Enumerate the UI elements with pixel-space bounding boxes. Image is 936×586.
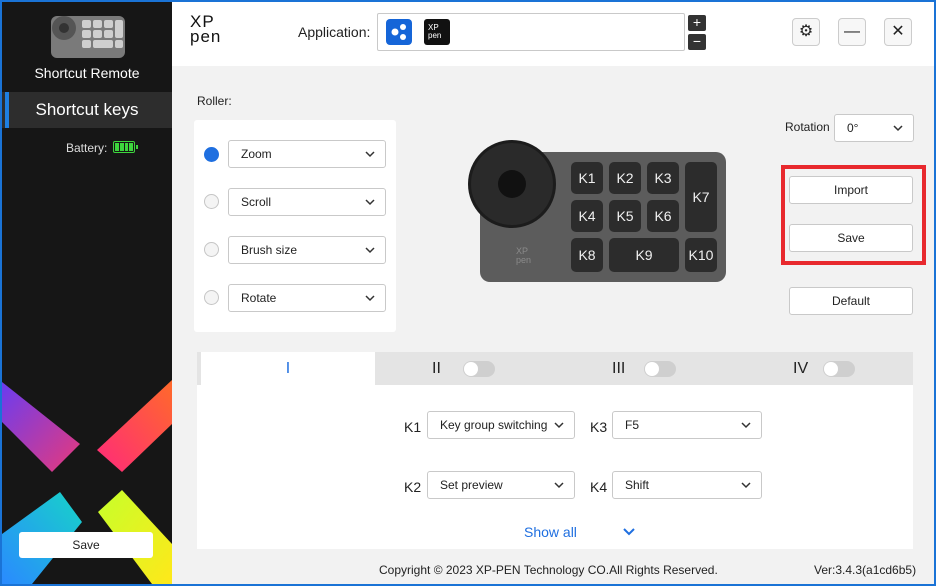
chevron-down-icon	[554, 482, 564, 489]
rotation-label: Rotation	[785, 120, 830, 134]
add-application-button[interactable]: +	[688, 15, 706, 31]
chevron-down-icon	[893, 125, 903, 132]
device-key-label: K8	[578, 247, 595, 263]
key-label-k4: K4	[590, 479, 608, 495]
device-key-label: K9	[635, 247, 652, 263]
default-button[interactable]: Default	[789, 287, 913, 315]
nav-active-indicator	[5, 92, 9, 128]
sidebar-save-button[interactable]: Save	[19, 532, 153, 558]
tab-group-2-toggle[interactable]	[463, 361, 495, 377]
device-key-label: K3	[654, 170, 671, 186]
key-group-tabs: I II III IV	[197, 352, 913, 385]
chevron-down-icon	[365, 295, 375, 302]
device-name: Shortcut Remote	[34, 65, 140, 81]
copyright-text: Copyright © 2023 XP-PEN Technology CO.Al…	[379, 563, 718, 577]
remove-application-button[interactable]: −	[688, 34, 706, 50]
roller-label: Roller:	[197, 94, 232, 108]
shortcut-remote-illustration: K1 K2 K3 K7 K4 K5 K6 K8 K9 K10 XP pen	[468, 140, 726, 282]
tab-group-1[interactable]: I	[201, 352, 375, 385]
xp-pen-logo: XP pen	[190, 12, 222, 46]
minimize-button[interactable]: —	[838, 18, 866, 46]
device-key-label: K4	[578, 208, 595, 224]
header: XP pen Application: XP pen + − ⚙ — ✕	[172, 2, 934, 66]
roller-select-zoom[interactable]: Zoom	[228, 140, 386, 168]
chevron-down-icon	[365, 151, 375, 158]
battery-label: Battery:	[66, 141, 108, 155]
device-key-label: K5	[616, 208, 633, 224]
tab-group-3-toggle[interactable]	[644, 361, 676, 377]
key-k4-select[interactable]: Shift	[612, 471, 762, 499]
nav-item-shortcut-keys[interactable]: Shortcut keys	[2, 92, 172, 128]
device-key-label: K2	[616, 170, 633, 186]
roller-select-scroll[interactable]: Scroll	[228, 188, 386, 216]
chevron-down-icon	[365, 247, 375, 254]
app-window: Shortcut Remote Shortcut keys Battery: S…	[2, 2, 934, 584]
footer: Copyright © 2023 XP-PEN Technology CO.Al…	[172, 558, 934, 584]
device-key-label: K6	[654, 208, 671, 224]
application-label: Application:	[298, 24, 371, 40]
show-all-link[interactable]: Show all	[524, 524, 635, 540]
key-label-k3: K3	[590, 419, 608, 435]
version-text: Ver:3.4.3(a1cd6b5)	[814, 563, 917, 577]
device-brand-mark: pen	[516, 255, 531, 265]
device-key-label: K10	[689, 247, 714, 263]
sidebar: Shortcut Remote Shortcut keys Battery: S…	[2, 2, 172, 584]
device-key-label: K7	[692, 189, 709, 205]
device-key-label: K1	[578, 170, 595, 186]
key-label-k2: K2	[404, 479, 422, 495]
nav-item-label: Shortcut keys	[35, 100, 139, 119]
chevron-down-icon	[623, 528, 635, 536]
chevron-down-icon	[741, 482, 751, 489]
chevron-down-icon	[741, 422, 751, 429]
tab-group-4[interactable]: IV	[793, 352, 808, 385]
tab-group-4-toggle[interactable]	[823, 361, 855, 377]
key-k1-select[interactable]: Key group switching	[427, 411, 575, 439]
roller-radio-scroll[interactable]	[204, 194, 219, 209]
roller-radio-rotate[interactable]	[204, 290, 219, 305]
roller-radio-zoom[interactable]	[204, 147, 219, 162]
tab-group-2[interactable]: II	[432, 352, 441, 385]
device-thumbnail-icon	[51, 16, 125, 58]
xp-pen-app-icon[interactable]: XP pen	[424, 19, 450, 45]
all-apps-icon[interactable]	[386, 19, 412, 45]
tab-group-3[interactable]: III	[612, 352, 625, 385]
highlight-box	[781, 165, 926, 265]
chevron-down-icon	[365, 199, 375, 206]
roller-radio-brush-size[interactable]	[204, 242, 219, 257]
battery-icon	[113, 141, 138, 153]
key-label-k1: K1	[404, 419, 422, 435]
chevron-down-icon	[554, 422, 564, 429]
settings-gear-icon[interactable]: ⚙	[792, 18, 820, 46]
key-k3-select[interactable]: F5	[612, 411, 762, 439]
key-k2-select[interactable]: Set preview	[427, 471, 575, 499]
close-button[interactable]: ✕	[884, 18, 912, 46]
roller-select-rotate[interactable]: Rotate	[228, 284, 386, 312]
roller-select-brush-size[interactable]: Brush size	[228, 236, 386, 264]
rotation-select[interactable]: 0°	[834, 114, 914, 142]
application-list[interactable]: XP pen	[377, 13, 685, 51]
